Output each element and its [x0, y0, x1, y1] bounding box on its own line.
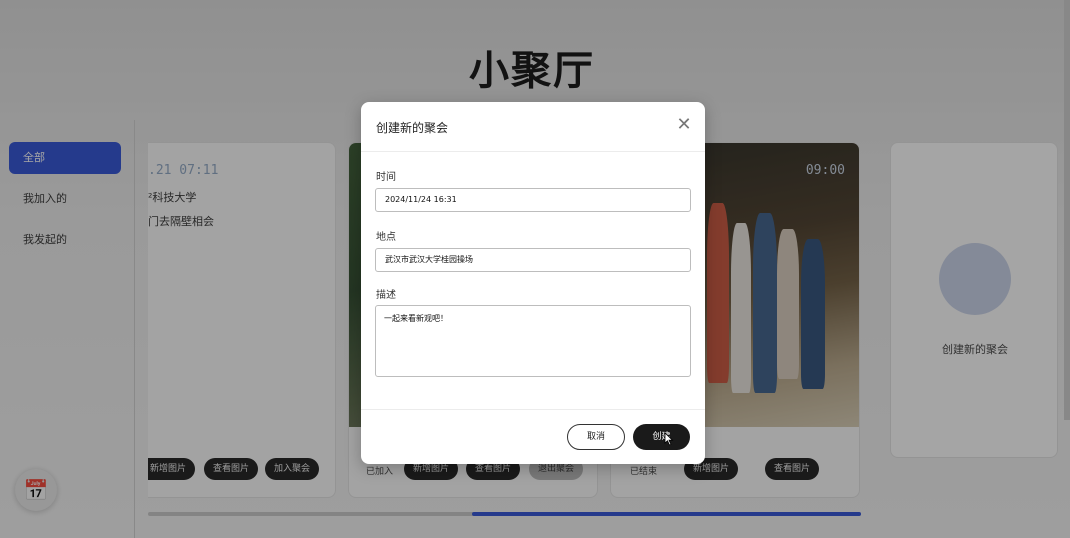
time-input[interactable]: 2024/11/24 16:31	[375, 188, 691, 212]
place-input[interactable]: 武汉市武汉大学桂园操场	[375, 248, 691, 272]
dialog-header: 创建新的聚会 ✕	[361, 102, 705, 152]
create-gathering-dialog: 创建新的聚会 ✕ 时间 2024/11/24 16:31 地点 武汉市武汉大学桂…	[361, 102, 705, 464]
create-button[interactable]: 创建	[633, 424, 690, 450]
dialog-title: 创建新的聚会	[376, 121, 449, 135]
time-label: 时间	[376, 172, 396, 183]
dialog-footer-divider	[361, 409, 705, 410]
description-label: 描述	[376, 290, 396, 301]
place-label: 地点	[376, 232, 396, 243]
pointer-cursor-icon	[664, 432, 674, 446]
description-textarea[interactable]: 一起来看新观吧！	[375, 305, 691, 377]
close-icon[interactable]: ✕	[675, 116, 693, 134]
cancel-button[interactable]: 取消	[567, 424, 625, 450]
